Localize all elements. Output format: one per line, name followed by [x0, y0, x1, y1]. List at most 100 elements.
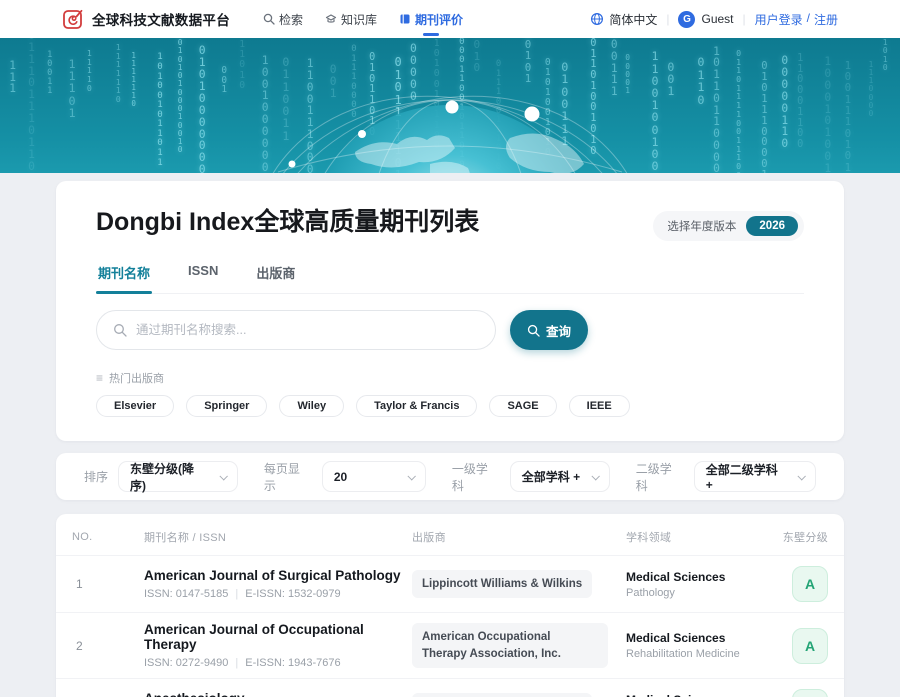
- query-button[interactable]: 查询: [510, 310, 588, 350]
- page-title: Dongbi Index全球高质量期刊列表: [96, 207, 479, 238]
- sort-filter-group: 排序 东壁分级(降序): [84, 461, 238, 492]
- table-row[interactable]: 1 American Journal of Surgical Pathology…: [56, 555, 844, 612]
- brand: 全球科技文献数据平台: [62, 8, 230, 30]
- search-mode-tabs: 期刊名称 ISSN 出版商: [96, 255, 804, 294]
- journal-list-card: Dongbi Index全球高质量期刊列表 选择年度版本 2026 期刊名称 I…: [56, 181, 844, 441]
- publisher-pill-ieee[interactable]: IEEE: [569, 395, 630, 417]
- table-row[interactable]: 2 American Journal of Occupational Thera…: [56, 612, 844, 678]
- discipline-filter-group: 一级学科 全部学科 +: [452, 460, 610, 494]
- query-button-label: 查询: [546, 321, 571, 340]
- chevron-down-icon: [591, 472, 599, 480]
- tab-journal-name[interactable]: 期刊名称: [96, 255, 152, 293]
- col-header-grade: 东壁分级: [770, 529, 828, 545]
- platform-logo-icon: [62, 8, 84, 30]
- nav-label: 知识库: [341, 11, 377, 28]
- journal-name-link[interactable]: American Journal of Surgical Pathology: [144, 568, 412, 583]
- search-box[interactable]: [96, 310, 496, 350]
- sub-discipline-filter-group: 二级学科 全部二级学科 +: [636, 460, 816, 494]
- publisher-pill-wiley[interactable]: Wiley: [279, 395, 344, 417]
- issn-value: ISSN: 0272-9490: [144, 657, 228, 669]
- chevron-down-icon: [797, 472, 805, 480]
- discipline-value: 全部学科 +: [522, 468, 580, 485]
- col-header-name-issn: 期刊名称 / ISSN: [144, 529, 412, 545]
- main-nav: 检索 知识库 期刊评价: [252, 0, 474, 38]
- year-badge: 2026: [746, 216, 798, 236]
- publisher-pill-sage[interactable]: SAGE: [489, 395, 556, 417]
- tab-issn[interactable]: ISSN: [186, 255, 220, 293]
- hero-banner: 1 1 1 0 1 1 1 0 1 1 1 0 1 1 0 1 1 0 0 1 …: [0, 38, 900, 173]
- table-row[interactable]: 3 Anesthesiology ISSN: 0003-3022 | E-ISS…: [56, 678, 844, 697]
- globe-icon: [590, 12, 604, 26]
- field-name: Medical Sciences: [626, 631, 770, 645]
- sub-discipline-label: 二级学科: [636, 460, 684, 494]
- globe-illustration: [130, 42, 770, 173]
- col-header-field: 学科领域: [626, 529, 770, 545]
- top-bar: 全球科技文献数据平台 检索 知识库 期刊评价 简体中文: [0, 0, 900, 38]
- field-cell: Medical Sciences Pathology: [626, 570, 770, 599]
- username: Guest: [701, 12, 733, 26]
- language-switcher[interactable]: 简体中文: [590, 11, 657, 28]
- per-page-label: 每页显示: [264, 460, 312, 494]
- discipline-label: 一级学科: [452, 460, 500, 494]
- publisher-pill-taylor-francis[interactable]: Taylor & Francis: [356, 395, 477, 417]
- row-number: 1: [72, 577, 144, 591]
- chevron-down-icon: [407, 472, 415, 480]
- grade-badge: A: [792, 689, 828, 697]
- publisher-quick-filters: Elsevier Springer Wiley Taylor & Francis…: [96, 395, 804, 417]
- issn-value: ISSN: 0147-5185: [144, 588, 228, 600]
- field-cell: Medical Sciences Rehabilitation Medicine: [626, 631, 770, 660]
- subfield-name: Pathology: [626, 587, 770, 599]
- grade-badge: A: [792, 566, 828, 602]
- hot-publishers-header: ≡ 热门出版商: [96, 370, 804, 386]
- search-icon: [527, 324, 540, 337]
- login-link[interactable]: 用户登录: [755, 11, 803, 28]
- year-selector-label: 选择年度版本: [667, 218, 736, 234]
- language-label: 简体中文: [609, 11, 657, 28]
- field-cell: Medical Sciences Anesthesiology: [626, 693, 770, 697]
- journal-cell: American Journal of Surgical Pathology I…: [144, 568, 412, 600]
- sort-value: 东壁分级(降序): [130, 460, 210, 494]
- journal-cell: American Journal of Occupational Therapy…: [144, 622, 412, 669]
- journal-table: NO. 期刊名称 / ISSN 出版商 学科领域 东壁分级 1 American…: [56, 514, 844, 697]
- field-name: Medical Sciences: [626, 570, 770, 584]
- journal-name-link[interactable]: American Journal of Occupational Therapy: [144, 622, 412, 652]
- col-header-no: NO.: [72, 531, 144, 543]
- tab-publisher[interactable]: 出版商: [254, 255, 297, 293]
- search-icon: [263, 13, 275, 25]
- journal-issn: ISSN: 0272-9490 | E-ISSN: 1943-7676: [144, 657, 412, 669]
- publisher-cell: American Occupational Therapy Associatio…: [412, 623, 626, 668]
- issn-divider: |: [235, 657, 238, 669]
- hot-publishers-label: 热门出版商: [109, 370, 164, 386]
- page-body: Dongbi Index全球高质量期刊列表 选择年度版本 2026 期刊名称 I…: [0, 173, 900, 697]
- year-version-selector[interactable]: 选择年度版本 2026: [653, 211, 804, 241]
- divider: |: [666, 12, 669, 26]
- auth-links: 用户登录 / 注册: [755, 11, 838, 28]
- publisher-pill-elsevier[interactable]: Elsevier: [96, 395, 174, 417]
- search-input[interactable]: [136, 323, 479, 337]
- subfield-name: Rehabilitation Medicine: [626, 648, 770, 660]
- register-link[interactable]: 注册: [814, 11, 838, 28]
- nav-item-knowledge[interactable]: 知识库: [314, 0, 388, 38]
- publisher-pill-springer[interactable]: Springer: [186, 395, 267, 417]
- sort-select[interactable]: 东壁分级(降序): [118, 461, 238, 492]
- divider: |: [743, 12, 746, 26]
- sub-discipline-value: 全部二级学科 +: [706, 461, 788, 492]
- journal-icon: [399, 13, 411, 25]
- col-header-publisher: 出版商: [412, 529, 626, 545]
- search-icon: [113, 323, 127, 337]
- sub-discipline-select[interactable]: 全部二级学科 +: [694, 461, 816, 492]
- nav-item-search[interactable]: 检索: [252, 0, 314, 38]
- nav-item-journal-evaluation[interactable]: 期刊评价: [388, 0, 474, 38]
- discipline-select[interactable]: 全部学科 +: [510, 461, 610, 492]
- user-menu[interactable]: G Guest: [678, 11, 733, 28]
- grade-badge: A: [792, 628, 828, 664]
- table-header-row: NO. 期刊名称 / ISSN 出版商 学科领域 东壁分级: [56, 518, 844, 555]
- sort-label: 排序: [84, 468, 108, 485]
- knowledge-base-icon: [325, 13, 337, 25]
- row-number: 2: [72, 639, 144, 653]
- journal-name-link[interactable]: Anesthesiology: [144, 691, 412, 697]
- chevron-down-icon: [219, 472, 227, 480]
- per-page-select[interactable]: 20: [322, 461, 426, 492]
- auth-divider: /: [807, 11, 810, 28]
- publisher-chip: Lippincott Williams & Wilkins: [412, 693, 592, 697]
